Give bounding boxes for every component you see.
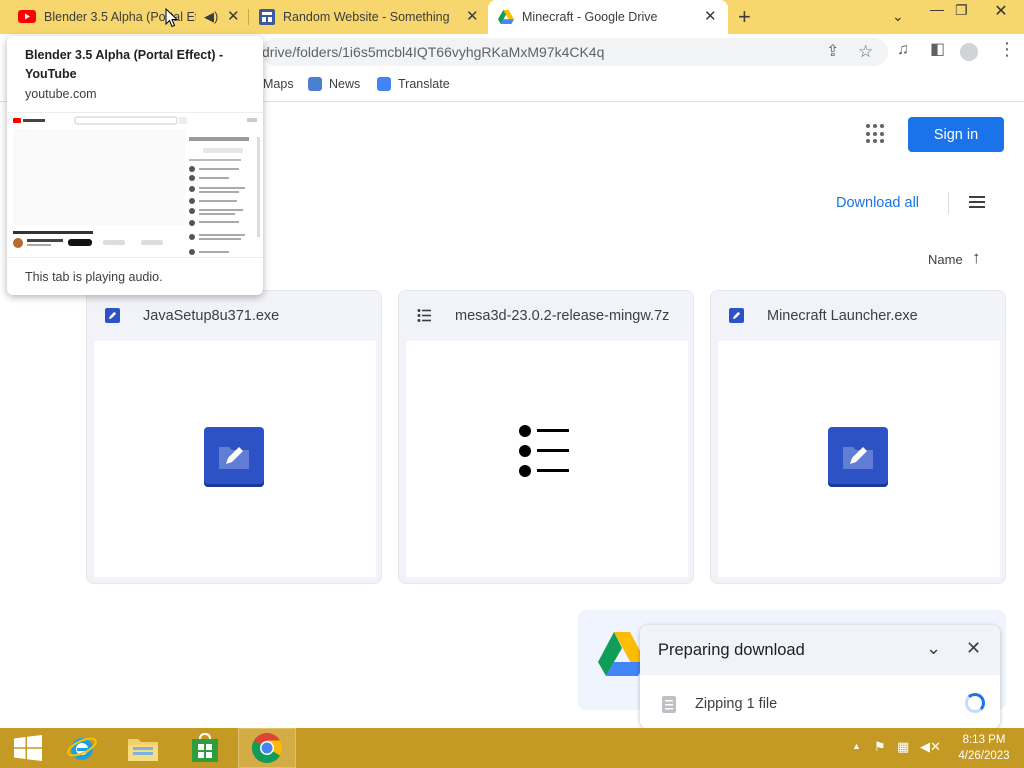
file-card-header: mesa3d-23.0.2-release-mingw.7z — [399, 291, 693, 341]
download-panel-header: Preparing download ⌄ ✕ — [640, 625, 1000, 675]
file-zip-icon — [662, 696, 676, 713]
file-name: mesa3d-23.0.2-release-mingw.7z — [455, 308, 670, 324]
file-explorer-icon — [128, 739, 158, 761]
file-thumbnail — [94, 341, 376, 577]
exe-file-icon — [105, 308, 120, 323]
bookmark-maps[interactable]: Maps — [263, 77, 294, 91]
volume-muted-icon[interactable]: ◀✕ — [920, 740, 941, 753]
archive-list-icon — [417, 309, 431, 322]
side-panel-icon[interactable]: ◧ — [930, 42, 945, 58]
archive-list-icon — [519, 425, 569, 477]
close-icon[interactable]: ✕ — [227, 9, 240, 24]
profile-avatar-icon[interactable] — [960, 43, 978, 61]
address-bar[interactable]: drive/folders/1i6s5mcbl4IQT66vyhgRKaMxM9… — [262, 38, 888, 66]
action-center-flag-icon[interactable]: ⚑ — [874, 740, 886, 753]
google-drive-icon — [498, 10, 514, 24]
share-icon[interactable]: ⇪ — [826, 44, 839, 60]
file-card-header: JavaSetup8u371.exe — [87, 291, 381, 341]
store-icon — [192, 733, 218, 762]
file-card-minecraft-launcher[interactable]: Minecraft Launcher.exe — [710, 290, 1006, 584]
tab-title: Minecraft - Google Drive — [522, 10, 658, 24]
exe-file-icon — [204, 427, 264, 487]
file-card-mesa3d[interactable]: mesa3d-23.0.2-release-mingw.7z — [398, 290, 694, 584]
tab-random-website[interactable]: Random Website - Something ✕ — [249, 0, 487, 34]
bookmark-label: Translate — [398, 77, 450, 91]
clock-date: 4/26/2023 — [958, 750, 1010, 762]
mouse-cursor-icon — [165, 8, 178, 28]
file-thumbnail — [718, 341, 1000, 577]
system-clock[interactable]: 8:13 PM 4/26/2023 — [950, 732, 1018, 764]
close-icon[interactable]: ✕ — [966, 639, 981, 657]
exe-file-icon — [729, 308, 744, 323]
exe-file-icon — [828, 427, 888, 487]
file-name: Minecraft Launcher.exe — [767, 308, 918, 324]
translate-icon — [377, 77, 391, 91]
sort-arrow-up-icon[interactable]: ↑ — [972, 248, 981, 268]
tab-google-drive[interactable]: Minecraft - Google Drive ✕ — [488, 0, 728, 34]
file-card-header: Minecraft Launcher.exe — [711, 291, 1005, 341]
tab-title: Random Website - Something — [283, 10, 450, 24]
bookmark-translate[interactable]: Translate — [377, 77, 450, 91]
file-name: JavaSetup8u371.exe — [143, 308, 280, 324]
new-tab-icon[interactable]: + — [738, 6, 751, 28]
bookmark-news[interactable]: News — [308, 77, 360, 91]
collapse-chevron-icon[interactable]: ⌄ — [926, 639, 941, 657]
internet-explorer-button[interactable] — [54, 728, 110, 768]
google-apps-icon[interactable] — [866, 124, 886, 144]
youtube-page-preview — [13, 116, 260, 255]
tab-search-chevron-icon[interactable]: ⌄ — [892, 8, 904, 25]
tab-hover-card: Blender 3.5 Alpha (Portal Effect) - YouT… — [7, 36, 263, 295]
restore-icon[interactable]: ❐ — [955, 2, 968, 19]
news-icon — [308, 77, 322, 91]
list-view-icon[interactable] — [969, 196, 985, 209]
sort-by-name[interactable]: Name — [928, 252, 963, 267]
toolbar-divider — [948, 192, 949, 214]
windows-taskbar: ▲ ⚑ ▦ ◀✕ 8:13 PM 4/26/2023 — [0, 728, 1024, 768]
tab-youtube[interactable]: Blender 3.5 Alpha (Portal Effect ◀) ✕ — [0, 0, 247, 34]
download-item-text: Zipping 1 file — [695, 696, 778, 712]
download-all-button[interactable]: Download all — [836, 195, 919, 211]
internet-explorer-icon — [67, 737, 97, 760]
download-panel-title: Preparing download — [658, 641, 805, 659]
tab-strip: Blender 3.5 Alpha (Portal Effect ◀) ✕ Ra… — [0, 0, 1024, 34]
url-text[interactable]: drive/folders/1i6s5mcbl4IQT66vyhgRKaMxM9… — [262, 44, 604, 60]
audio-icon[interactable]: ◀) — [204, 9, 218, 25]
bookmark-star-icon[interactable]: ☆ — [858, 43, 873, 60]
chrome-icon — [251, 733, 283, 764]
network-icon[interactable]: ▦ — [897, 740, 909, 753]
minimize-icon[interactable]: — — [930, 1, 944, 17]
hover-card-domain: youtube.com — [25, 87, 97, 101]
store-button[interactable] — [177, 728, 233, 768]
file-thumbnail — [406, 341, 688, 577]
tab-preview-thumbnail — [7, 112, 263, 258]
media-control-icon[interactable]: ♫ — [897, 42, 909, 58]
hover-card-title: Blender 3.5 Alpha (Portal Effect) - YouT… — [25, 48, 224, 81]
bookmark-label: Maps — [263, 77, 294, 91]
start-button[interactable] — [0, 728, 56, 768]
windows-logo-icon — [14, 735, 42, 761]
sign-in-button[interactable]: Sign in — [908, 117, 1004, 152]
website-icon — [259, 9, 275, 25]
google-drive-logo-icon — [598, 632, 646, 676]
loading-spinner-icon — [965, 693, 985, 713]
menu-icon[interactable]: ⋮ — [998, 40, 1016, 58]
hover-card-audio-status: This tab is playing audio. — [25, 270, 163, 284]
close-icon[interactable]: ✕ — [466, 9, 479, 24]
show-hidden-icons-icon[interactable]: ▲ — [852, 742, 861, 751]
close-window-icon[interactable]: ✕ — [978, 0, 1024, 22]
file-explorer-button[interactable] — [115, 728, 171, 768]
chrome-button[interactable] — [238, 728, 296, 768]
file-card-javasetup[interactable]: JavaSetup8u371.exe — [86, 290, 382, 584]
clock-time: 8:13 PM — [962, 734, 1006, 746]
bookmark-label: News — [329, 77, 361, 91]
youtube-icon — [18, 10, 36, 23]
close-icon[interactable]: ✕ — [704, 9, 717, 24]
